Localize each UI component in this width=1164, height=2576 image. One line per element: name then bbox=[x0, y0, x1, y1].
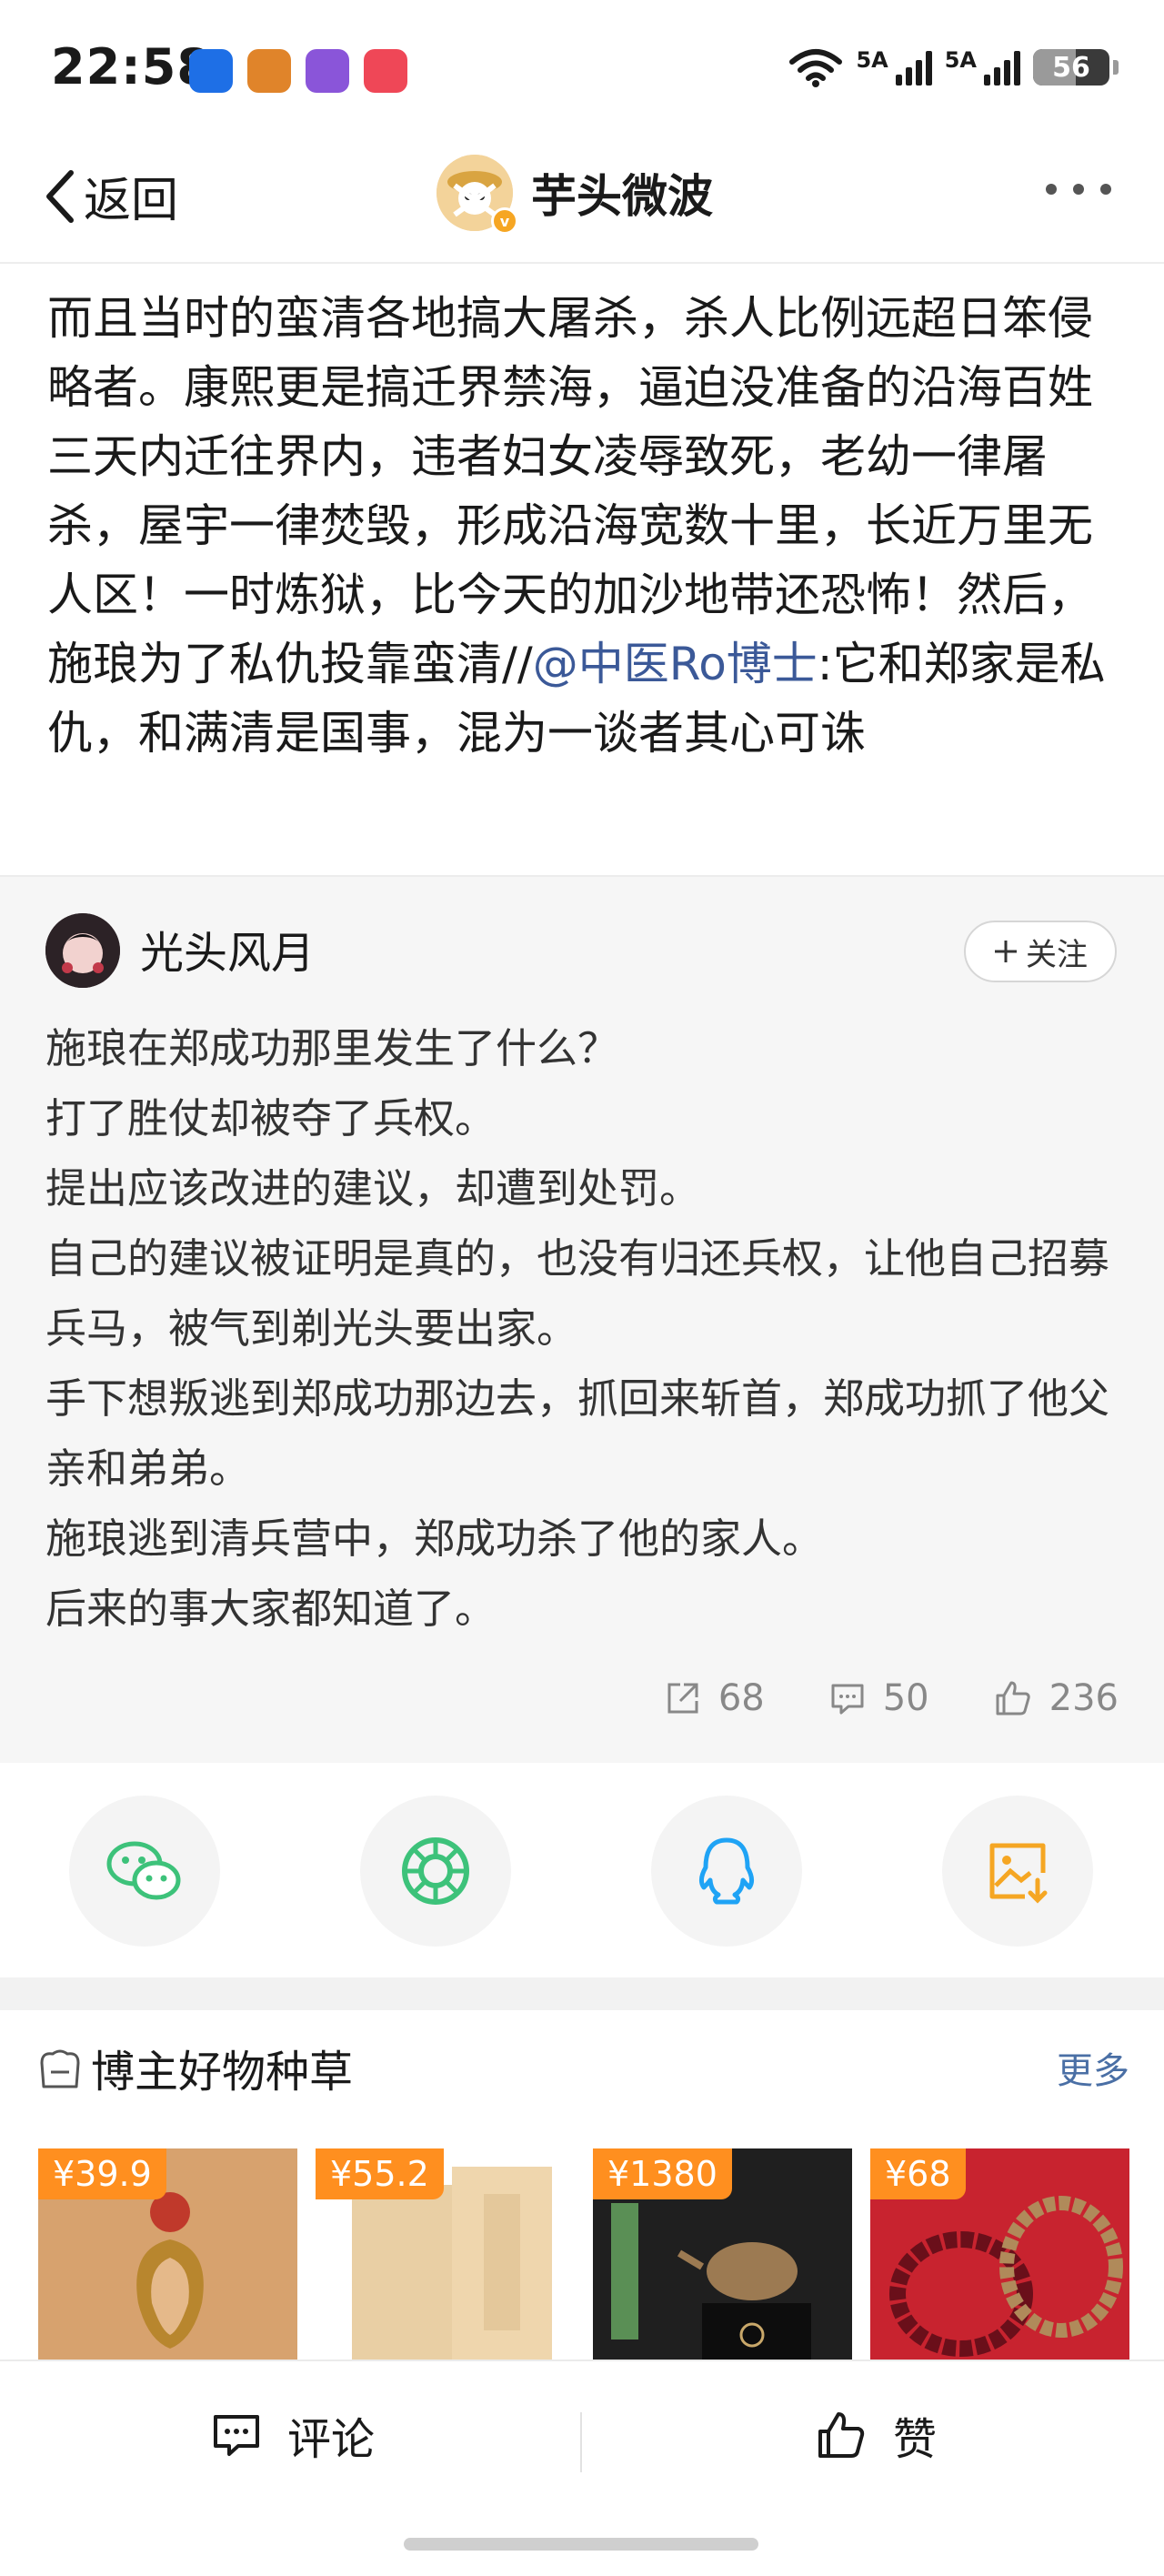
share-wechat-button[interactable] bbox=[69, 1796, 220, 1947]
post-line: 提出应该改进的建议，却遭到处罚。 bbox=[45, 1164, 701, 1213]
chevron-left-icon bbox=[46, 169, 74, 223]
post-line: 施琅在郑成功那里发生了什么？ bbox=[45, 1024, 619, 1072]
moments-icon bbox=[402, 1837, 469, 1905]
comment-button[interactable]: 50 bbox=[828, 1677, 929, 1719]
like-bottom-button[interactable]: 赞 bbox=[815, 2403, 937, 2467]
qq-icon bbox=[698, 1837, 755, 1905]
author-header[interactable]: v 芋头微波 bbox=[436, 155, 713, 235]
recommendation-header: 博主好物种草 更多 bbox=[0, 2010, 1164, 2119]
status-time: 22:58 bbox=[51, 38, 212, 96]
plus-icon bbox=[995, 941, 1017, 962]
verified-badge-icon: v bbox=[491, 207, 518, 235]
product-list: ¥39.9 ¥55.2 ¥1380 ¥68 bbox=[38, 2148, 1129, 2360]
back-label: 返回 bbox=[84, 174, 179, 228]
app-notification-icon bbox=[189, 49, 233, 93]
save-image-icon bbox=[989, 1843, 1048, 1904]
back-button[interactable]: 返回 bbox=[42, 162, 178, 230]
like-button[interactable]: 236 bbox=[993, 1677, 1119, 1719]
post-line: 打了胜仗却被夺了兵权。 bbox=[45, 1094, 497, 1142]
original-post-card[interactable]: 光头风月 关注 施琅在郑成功那里发生了什么？ 打了胜仗却被夺了兵权。 提出应该改… bbox=[0, 875, 1164, 1763]
user-mention-link[interactable]: @中医Ro博士 bbox=[533, 638, 818, 690]
product-card[interactable]: ¥68 bbox=[870, 2148, 1129, 2360]
app-notification-icon bbox=[306, 49, 349, 93]
section-divider bbox=[0, 1977, 1164, 2010]
signal-label: 5A bbox=[944, 47, 977, 73]
post-line: 手下想叛逃到郑成功那边去，抓回来斩首，郑成功抓了他父亲和弟弟。 bbox=[45, 1374, 1110, 1493]
battery-tip bbox=[1113, 60, 1119, 75]
product-price: ¥1380 bbox=[593, 2148, 732, 2199]
recommendation-title: 博主好物种草 bbox=[91, 2047, 354, 2098]
wechat-icon bbox=[106, 1841, 181, 1900]
avatar[interactable]: v bbox=[436, 155, 518, 235]
share-qq-button[interactable] bbox=[651, 1796, 802, 1947]
follow-button[interactable]: 关注 bbox=[964, 921, 1117, 982]
page-title: 芋头微波 bbox=[531, 170, 713, 223]
more-link[interactable]: 更多 bbox=[1057, 2041, 1129, 2094]
product-card[interactable]: ¥55.2 bbox=[316, 2148, 575, 2360]
missed-call-icon bbox=[364, 49, 407, 93]
avatar-image bbox=[45, 913, 120, 988]
battery-level: 56 bbox=[1052, 51, 1090, 84]
original-author-name[interactable]: 光头风月 bbox=[140, 917, 315, 981]
more-options-button[interactable] bbox=[1046, 184, 1111, 195]
post-line: 自己的建议被证明是真的，也没有归还兵权，让他自己招募兵马，被气到剃光头要出家。 bbox=[45, 1234, 1110, 1353]
bottom-action-bar: 评论 赞 bbox=[0, 2360, 1164, 2576]
comment-icon bbox=[214, 2415, 259, 2456]
repost-icon bbox=[667, 1683, 698, 1714]
original-post-text: 施琅在郑成功那里发生了什么？ 打了胜仗却被夺了兵权。 提出应该改进的建议，却遭到… bbox=[45, 1013, 1119, 1644]
share-moments-button[interactable] bbox=[360, 1796, 511, 1947]
signal-icon bbox=[895, 49, 932, 86]
app-notification-icon bbox=[247, 49, 291, 93]
thumbs-up-icon bbox=[818, 2412, 865, 2458]
follow-label: 关注 bbox=[1026, 936, 1088, 973]
signal-label: 5A bbox=[856, 47, 888, 73]
battery-icon: 56 bbox=[1033, 49, 1109, 86]
save-image-button[interactable] bbox=[942, 1796, 1093, 1947]
shopping-basket-icon bbox=[40, 2049, 80, 2088]
product-price: ¥68 bbox=[870, 2148, 966, 2199]
product-card[interactable]: ¥1380 bbox=[593, 2148, 852, 2360]
repost-button[interactable]: 68 bbox=[664, 1677, 765, 1719]
status-bar: 22:58 5A 5A 56 bbox=[0, 0, 1164, 136]
comment-bottom-label: 评论 bbox=[287, 2414, 376, 2465]
dot-icon bbox=[1100, 184, 1111, 195]
home-indicator[interactable] bbox=[404, 2538, 758, 2551]
like-bottom-label: 赞 bbox=[893, 2414, 938, 2465]
post-line: 施琅逃到清兵营中，郑成功杀了他的家人。 bbox=[45, 1514, 824, 1563]
comment-icon bbox=[831, 1684, 864, 1715]
divider bbox=[580, 2412, 582, 2472]
dot-icon bbox=[1073, 184, 1084, 195]
product-card[interactable]: ¥39.9 bbox=[38, 2148, 297, 2360]
dot-icon bbox=[1046, 184, 1057, 195]
repost-count: 68 bbox=[717, 1677, 765, 1719]
product-price: ¥39.9 bbox=[38, 2148, 166, 2199]
wifi-icon bbox=[789, 49, 843, 87]
top-nav-bar: 返回 v 芋头微波 bbox=[0, 136, 1164, 264]
recommendation-section: 博主好物种草 更多 ¥39.9 ¥55.2 ¥1380 ¥68 bbox=[0, 2010, 1164, 2360]
product-price: ¥55.2 bbox=[316, 2148, 444, 2199]
share-row bbox=[0, 1765, 1164, 1977]
comment-count: 50 bbox=[882, 1677, 929, 1719]
like-count: 236 bbox=[1049, 1677, 1119, 1719]
thumbs-up-icon bbox=[996, 1681, 1030, 1716]
comment-bottom-button[interactable]: 评论 bbox=[211, 2403, 375, 2467]
post-line: 后来的事大家都知道了。 bbox=[45, 1585, 497, 1633]
original-post-actions: 68 50 236 bbox=[664, 1677, 1119, 1719]
repost-body: 而且当时的蛮清各地搞大屠杀，杀人比例远超日笨侵略者。康熙更是搞迁界禁海，逼迫没准… bbox=[47, 292, 1093, 690]
system-icons: 5A 5A 56 bbox=[788, 47, 1119, 87]
avatar[interactable] bbox=[45, 913, 120, 988]
signal-icon bbox=[984, 49, 1020, 86]
repost-text: 而且当时的蛮清各地搞大屠杀，杀人比例远超日笨侵略者。康熙更是搞迁界禁海，逼迫没准… bbox=[47, 284, 1120, 768]
